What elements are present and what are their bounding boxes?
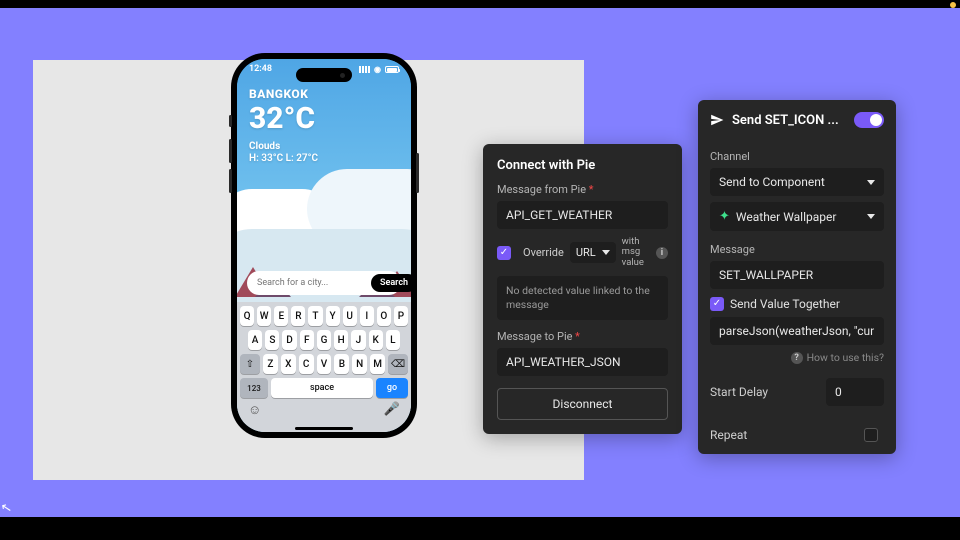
start-delay-input[interactable] <box>826 378 884 406</box>
phone-power-button <box>416 153 419 193</box>
message-from-label: Message from Pie * <box>497 183 668 196</box>
phone-volume-down <box>229 169 232 193</box>
key-n[interactable]: N <box>352 354 367 374</box>
letterbox-top <box>0 0 960 8</box>
key-g[interactable]: G <box>317 330 331 350</box>
send-title: Send SET_ICON ... <box>710 113 839 128</box>
channel-label: Channel <box>710 150 884 163</box>
canvas-background: 12:48 ◉ BANGKOK 32°C Clouds H: 33°C L: 2… <box>0 8 960 517</box>
info-icon[interactable]: i <box>656 247 668 259</box>
no-detected-value-note: No detected value linked to the message <box>497 276 668 319</box>
key-backspace[interactable]: ⌫ <box>388 354 408 374</box>
phone-frame: 12:48 ◉ BANGKOK 32°C Clouds H: 33°C L: 2… <box>231 53 417 438</box>
send-icon <box>710 113 724 127</box>
message-input[interactable] <box>710 261 884 289</box>
override-label: Override <box>523 246 564 259</box>
message-label: Message <box>710 243 884 256</box>
home-indicator <box>295 427 353 430</box>
key-k[interactable]: K <box>369 330 383 350</box>
enable-toggle[interactable] <box>854 112 884 128</box>
channel-select[interactable]: Send to Component <box>710 168 884 196</box>
search-input[interactable] <box>257 278 371 288</box>
wifi-icon: ◉ <box>374 65 381 74</box>
expression-input[interactable] <box>710 317 884 345</box>
key-space[interactable]: space <box>271 378 373 398</box>
key-p[interactable]: P <box>394 306 408 326</box>
letterbox-bottom <box>0 517 960 540</box>
status-bar: 12:48 ◉ <box>249 64 399 74</box>
help-icon: ? <box>791 352 803 364</box>
battery-icon <box>385 66 399 73</box>
key-d[interactable]: D <box>282 330 296 350</box>
key-i[interactable]: I <box>360 306 374 326</box>
status-time: 12:48 <box>249 64 272 74</box>
phone-silent-switch <box>229 115 232 127</box>
key-x[interactable]: X <box>281 354 296 374</box>
mic-icon[interactable]: 🎤 <box>384 402 400 418</box>
message-from-input[interactable] <box>497 201 668 229</box>
chevron-down-icon <box>602 250 610 255</box>
key-r[interactable]: R <box>291 306 305 326</box>
disconnect-button[interactable]: Disconnect <box>497 388 668 420</box>
start-delay-label: Start Delay <box>710 385 768 399</box>
chevron-down-icon <box>867 180 875 185</box>
city-search[interactable]: Search <box>247 271 401 295</box>
temperature-label: 32°C <box>249 103 318 135</box>
phone-volume-up <box>229 139 232 163</box>
component-select[interactable]: ✦Weather Wallpaper <box>710 202 884 231</box>
key-q[interactable]: Q <box>240 306 254 326</box>
key-u[interactable]: U <box>343 306 357 326</box>
override-type-select[interactable]: URL <box>570 242 616 263</box>
repeat-checkbox[interactable] <box>864 428 878 442</box>
key-l[interactable]: L <box>386 330 400 350</box>
key-c[interactable]: C <box>299 354 314 374</box>
key-e[interactable]: E <box>274 306 288 326</box>
key-j[interactable]: J <box>351 330 365 350</box>
send-value-together-checkbox[interactable]: ✓ <box>710 297 724 311</box>
phone-screen: 12:48 ◉ BANGKOK 32°C Clouds H: 33°C L: 2… <box>237 59 411 432</box>
key-h[interactable]: H <box>334 330 348 350</box>
send-panel: Send SET_ICON ... Channel Send to Compon… <box>698 100 896 454</box>
key-y[interactable]: Y <box>326 306 340 326</box>
ios-keyboard[interactable]: QWERTYUIOP ASDFGHJKL ⇧ZXCVBNM⌫ 123 space… <box>237 302 411 432</box>
connect-panel: Connect with Pie Message from Pie * ✓ Ov… <box>483 144 682 434</box>
key-t[interactable]: T <box>308 306 322 326</box>
key-w[interactable]: W <box>257 306 271 326</box>
signal-icon <box>359 66 370 73</box>
chevron-down-icon <box>867 214 875 219</box>
key-numbers[interactable]: 123 <box>240 378 268 398</box>
search-button[interactable]: Search <box>371 274 411 292</box>
bolt-icon: ✦ <box>719 209 730 224</box>
key-z[interactable]: Z <box>263 354 278 374</box>
key-b[interactable]: B <box>334 354 349 374</box>
key-shift[interactable]: ⇧ <box>240 354 260 374</box>
key-f[interactable]: F <box>300 330 314 350</box>
message-to-label: Message to Pie * <box>497 330 668 343</box>
repeat-label: Repeat <box>710 428 747 442</box>
key-v[interactable]: V <box>317 354 332 374</box>
override-checkbox[interactable]: ✓ <box>497 246 511 260</box>
message-to-input[interactable] <box>497 348 668 376</box>
connect-title: Connect with Pie <box>497 158 668 173</box>
with-msg-value-label: with msg value <box>622 237 650 268</box>
high-low-label: H: 33°C L: 27°C <box>249 153 318 164</box>
key-o[interactable]: O <box>377 306 391 326</box>
key-a[interactable]: A <box>248 330 262 350</box>
weather-overlay: BANGKOK 32°C Clouds H: 33°C L: 27°C <box>249 87 318 164</box>
condition-label: Clouds <box>249 141 318 152</box>
key-s[interactable]: S <box>265 330 279 350</box>
key-m[interactable]: M <box>370 354 385 374</box>
key-go[interactable]: go <box>376 378 408 398</box>
emoji-icon[interactable]: ☺ <box>248 402 261 418</box>
send-value-together-label: Send Value Together <box>730 297 840 311</box>
city-label: BANGKOK <box>249 87 318 101</box>
how-to-use-link[interactable]: ?How to use this? <box>710 351 884 364</box>
